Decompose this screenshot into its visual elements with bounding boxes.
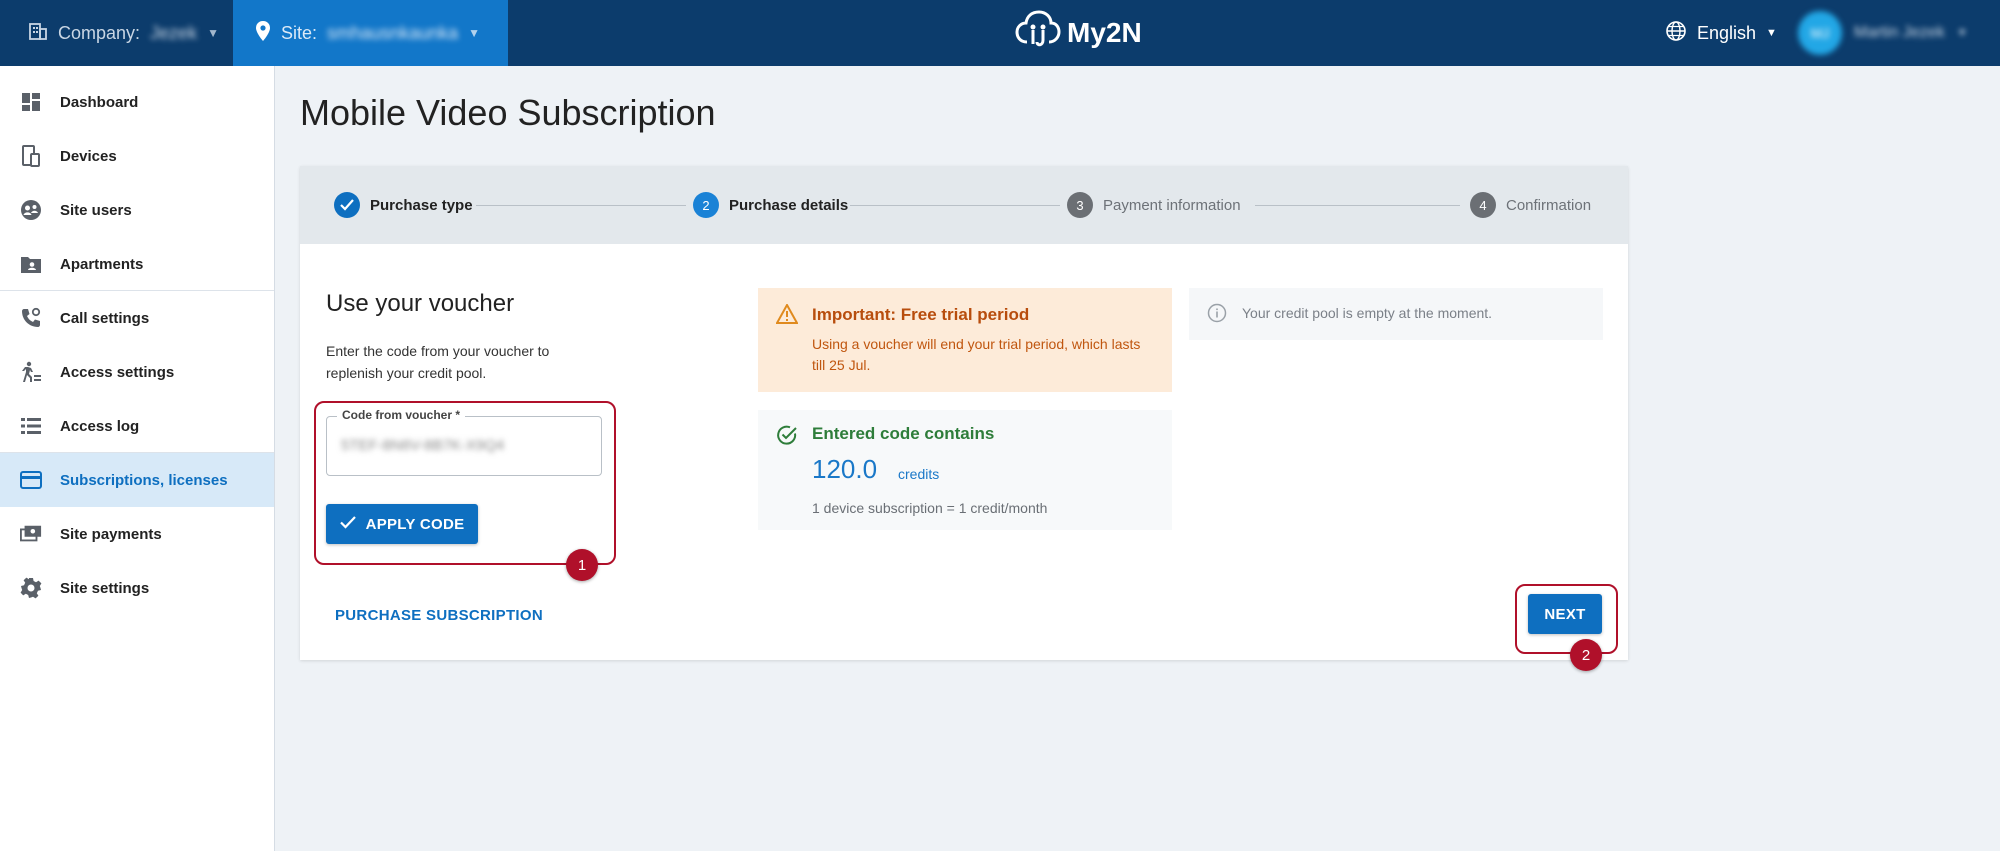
sidebar-item-label: Site payments: [60, 525, 162, 543]
site-selector[interactable]: Site: smhausnkaunka ▼: [233, 0, 508, 66]
language-label: English: [1697, 22, 1757, 43]
step-payment-information: 3 Payment information: [1067, 192, 1241, 218]
sidebar-item-label: Subscriptions, licenses: [60, 471, 228, 489]
check-circle-icon: [776, 424, 798, 451]
sidebar-item-site-users[interactable]: Site users: [0, 183, 274, 237]
field-label: Code from voucher *: [337, 408, 466, 422]
alert-text: Using a voucher will end your trial peri…: [812, 336, 1141, 373]
sidebar-item-site-payments[interactable]: Site payments: [0, 507, 274, 561]
cloud-icon: [1015, 9, 1061, 57]
dashboard-icon: [20, 91, 42, 113]
call-settings-icon: [20, 307, 42, 329]
voucher-title: Use your voucher: [326, 290, 515, 317]
globe-icon: [1665, 20, 1687, 47]
step-connector: [850, 205, 1060, 206]
next-button[interactable]: NEXT: [1528, 594, 1602, 634]
devices-icon: [20, 145, 42, 167]
sidebar-item-access-settings[interactable]: Access settings: [0, 345, 274, 399]
chevron-down-icon: ▼: [1956, 27, 1968, 39]
company-label: Company:: [58, 22, 141, 43]
top-bar: Company: Jezek ▼ Site: smhausnkaunka ▼ M…: [0, 0, 2000, 66]
caret-down-icon: ▼: [1766, 27, 1777, 39]
step-label: Purchase details: [729, 196, 849, 214]
sidebar-item-label: Access settings: [60, 363, 175, 381]
location-pin-icon: [255, 20, 271, 47]
sidebar-item-access-log[interactable]: Access log: [0, 399, 274, 453]
avatar: MJ: [1798, 11, 1842, 55]
step-number: 2: [693, 192, 719, 218]
step-label: Purchase type: [370, 196, 473, 214]
site-value: smhausnkaunka: [327, 22, 459, 43]
apply-code-label: APPLY CODE: [365, 515, 465, 533]
page-title: Mobile Video Subscription: [300, 92, 716, 133]
step-purchase-type: Purchase type: [334, 192, 473, 218]
sidebar-item-label: Access log: [60, 417, 140, 435]
check-icon: [339, 515, 356, 533]
credit-amount: 120.0: [812, 454, 878, 484]
chevron-down-icon: ▼: [468, 26, 481, 40]
access-log-icon: [20, 415, 42, 437]
annotation-badge-1: 1: [566, 549, 598, 581]
my2n-logo[interactable]: My2N: [1015, 9, 1142, 57]
sidebar-item-dashboard[interactable]: Dashboard: [0, 75, 274, 129]
sidebar-item-label: Dashboard: [60, 93, 139, 111]
sidebar-item-label: Call settings: [60, 309, 150, 327]
purchase-subscription-link[interactable]: PURCHASE SUBSCRIPTION: [335, 607, 543, 624]
step-label: Confirmation: [1506, 196, 1592, 214]
site-label: Site:: [281, 22, 318, 43]
trial-warning-alert: Important: Free trial period Using a vou…: [758, 288, 1172, 392]
user-name: Martin Jezek: [1854, 24, 1945, 41]
annotation-badge-2: 2: [1570, 639, 1602, 671]
credit-unit: credits: [898, 466, 940, 482]
credit-card-icon: [20, 469, 42, 491]
sidebar-item-site-settings[interactable]: Site settings: [0, 561, 274, 615]
gear-icon: [20, 577, 42, 599]
sidebar-item-label: Devices: [60, 147, 117, 165]
sidebar-item-label: Apartments: [60, 255, 144, 273]
sidebar-item-label: Site users: [60, 201, 132, 219]
sidebar: Dashboard Devices Site users Apartments …: [0, 66, 275, 851]
sidebar-item-apartments[interactable]: Apartments: [0, 237, 274, 291]
warning-icon: [775, 302, 799, 329]
company-value: Jezek: [150, 22, 198, 43]
logo-text: My2N: [1067, 17, 1142, 48]
voucher-description: Enter the code from your voucher to repl…: [326, 343, 550, 381]
step-confirmation: 4 Confirmation: [1470, 192, 1591, 218]
check-icon: [334, 192, 360, 218]
sidebar-item-label: Site settings: [60, 579, 150, 597]
voucher-code-input[interactable]: 5TEF-8N6V-8B7K-X9Q4: [341, 437, 504, 454]
credit-note: 1 device subscription = 1 credit/month: [812, 500, 1048, 516]
user-menu[interactable]: MJ Martin Jezek ▼: [1798, 0, 1968, 66]
users-icon: [20, 199, 42, 221]
info-text: Your credit pool is empty at the moment.: [1242, 305, 1493, 321]
step-number: 3: [1067, 192, 1093, 218]
step-purchase-details: 2 Purchase details: [693, 192, 848, 218]
payments-icon: [20, 523, 42, 545]
sidebar-item-subscriptions[interactable]: Subscriptions, licenses: [0, 453, 274, 507]
alert-title: Important: Free trial period: [812, 305, 1030, 324]
step-connector: [476, 205, 686, 206]
access-settings-icon: [20, 361, 42, 383]
company-selector[interactable]: Company: Jezek ▼: [0, 0, 233, 66]
building-icon: [28, 21, 48, 46]
stepper: Purchase type 2 Purchase details 3 Payme…: [300, 166, 1628, 244]
step-connector: [1255, 205, 1460, 206]
apartments-icon: [20, 253, 42, 275]
credit-pool-info: Your credit pool is empty at the moment.: [1189, 288, 1603, 340]
step-label: Payment information: [1103, 196, 1241, 214]
sidebar-item-devices[interactable]: Devices: [0, 129, 274, 183]
chevron-down-icon: ▼: [207, 26, 219, 40]
info-icon: [1207, 303, 1227, 328]
sidebar-item-call-settings[interactable]: Call settings: [0, 291, 274, 345]
code-result-title: Entered code contains: [812, 424, 995, 443]
purchase-card: Purchase type 2 Purchase details 3 Payme…: [300, 166, 1628, 671]
apply-code-button[interactable]: APPLY CODE: [326, 504, 478, 544]
voucher-code-field[interactable]: Code from voucher * 5TEF-8N6V-8B7K-X9Q4: [326, 408, 602, 476]
language-selector[interactable]: English ▼: [1665, 0, 1777, 66]
code-result-box: Entered code contains 120.0 credits 1 de…: [758, 410, 1172, 530]
step-number: 4: [1470, 192, 1496, 218]
